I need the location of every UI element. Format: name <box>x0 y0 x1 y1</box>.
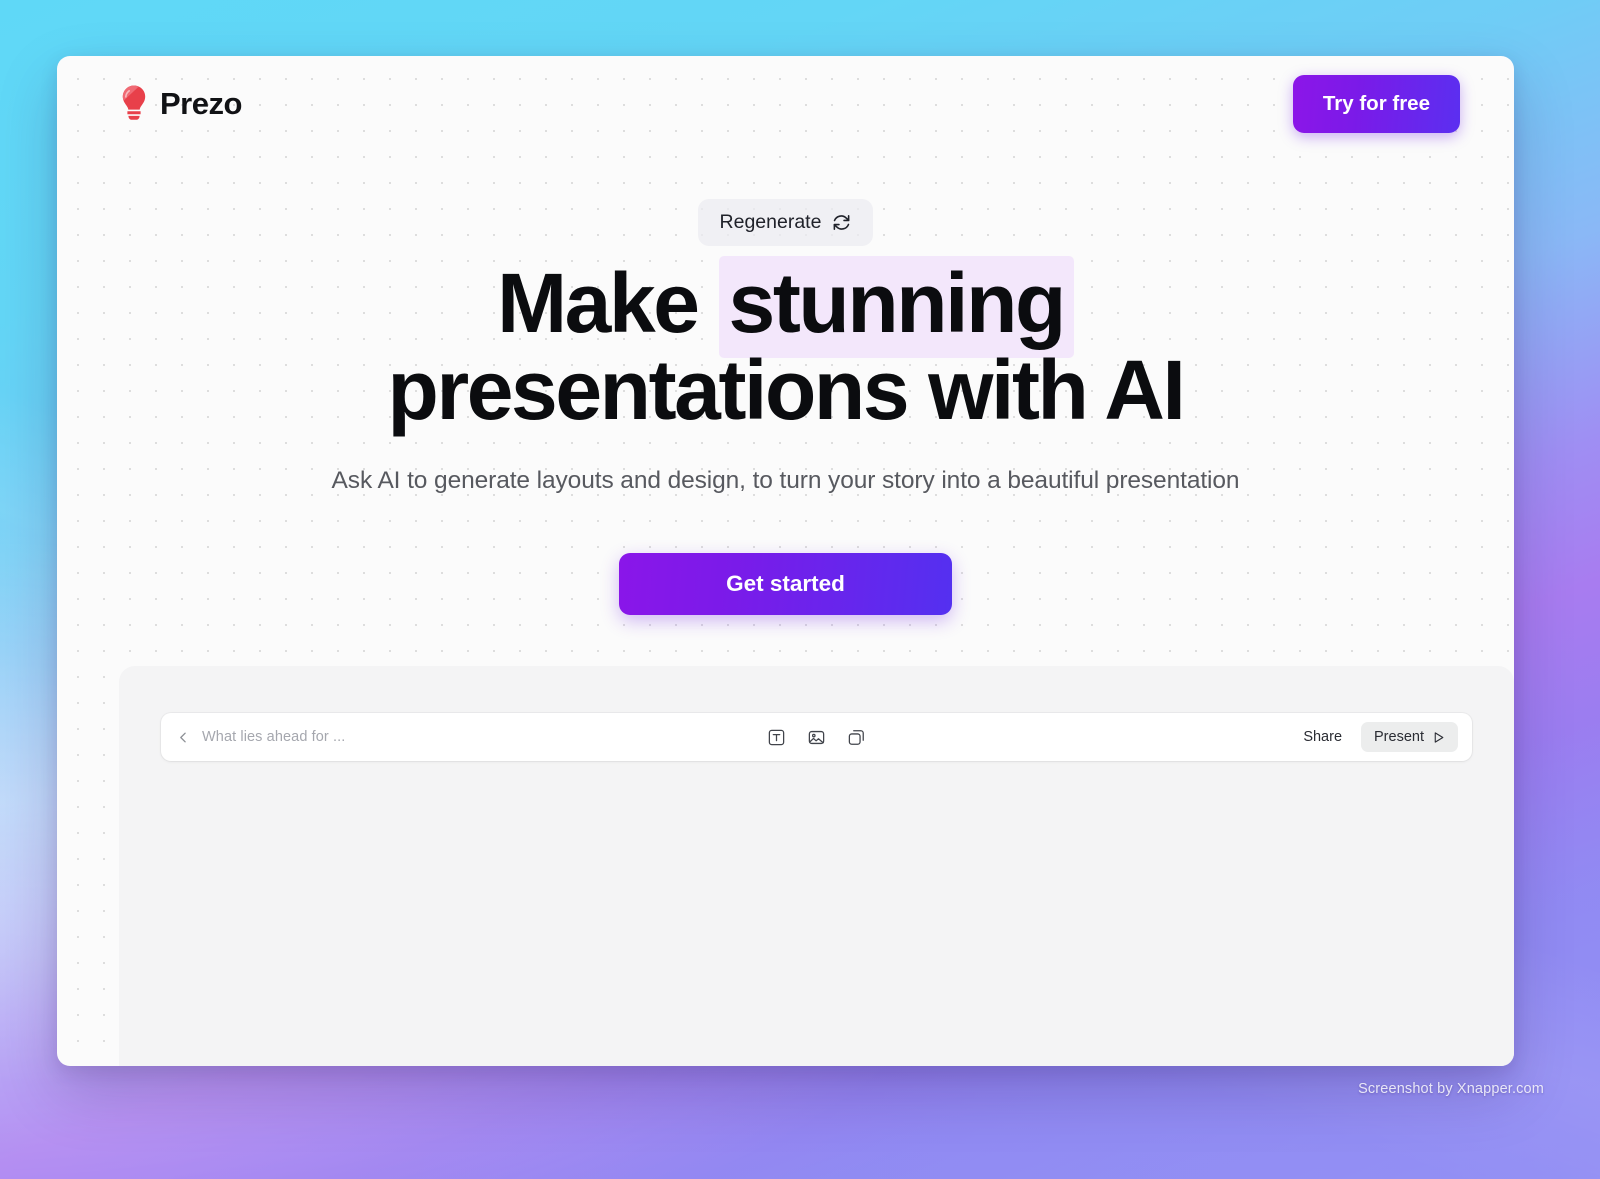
lightbulb-icon <box>120 84 148 124</box>
desktop-wallpaper: Prezo Try for free Regenerate Make stunn… <box>0 0 1600 1179</box>
brand-name: Prezo <box>160 86 242 121</box>
toolbar-center-tools <box>161 728 1472 747</box>
try-for-free-button[interactable]: Try for free <box>1292 75 1460 133</box>
refresh-icon <box>832 213 851 232</box>
regenerate-label: Regenerate <box>719 211 822 233</box>
image-tool-icon[interactable] <box>807 728 826 747</box>
app-window-card: Prezo Try for free Regenerate Make stunn… <box>57 56 1514 1066</box>
regenerate-button[interactable]: Regenerate <box>697 199 874 246</box>
toolbar-right-group: Share Present <box>1290 722 1458 752</box>
share-button[interactable]: Share <box>1290 722 1355 752</box>
headline-part-two: presentations with AI <box>387 342 1186 437</box>
editor-toolbar: What lies ahead for ... Share Present <box>161 713 1472 761</box>
page-subtitle: Ask AI to generate layouts and design, t… <box>331 467 1240 495</box>
brand-logo[interactable]: Prezo <box>120 84 242 124</box>
page-title: Make stunning presentations with AI <box>57 256 1514 433</box>
app-header: Prezo Try for free <box>57 56 1514 152</box>
get-started-button[interactable]: Get started <box>619 553 952 616</box>
screenshot-watermark: Screenshot by Xnapper.com <box>1358 1081 1544 1097</box>
play-icon <box>1432 731 1445 744</box>
toolbar-left-group: What lies ahead for ... <box>177 729 345 745</box>
editor-preview-panel: What lies ahead for ... Share Present <box>119 666 1514 1066</box>
headline-part-one: Make <box>497 256 719 350</box>
present-label: Present <box>1374 729 1424 745</box>
present-button[interactable]: Present <box>1361 722 1458 752</box>
chevron-left-icon[interactable] <box>177 731 190 744</box>
hero-section: Regenerate Make stunning presentations w… <box>57 152 1514 616</box>
text-tool-icon[interactable] <box>767 728 786 747</box>
document-title[interactable]: What lies ahead for ... <box>202 729 345 745</box>
shape-tool-icon[interactable] <box>847 728 866 747</box>
